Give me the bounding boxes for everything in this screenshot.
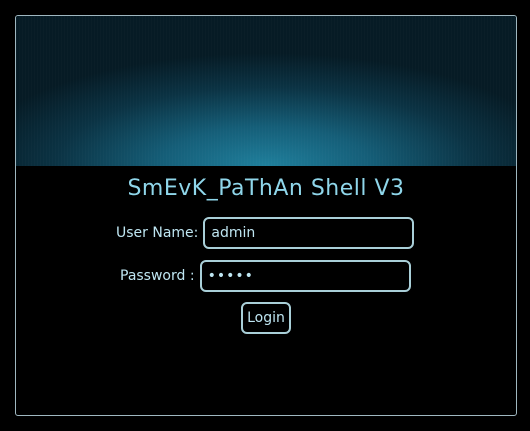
password-row: Password :	[120, 260, 411, 292]
username-label: User Name:	[116, 225, 199, 241]
password-label: Password :	[120, 268, 195, 284]
page-title: SmEvK_PaThAn Shell V3	[127, 176, 405, 201]
username-row: User Name:	[116, 217, 415, 249]
username-input[interactable]	[203, 217, 415, 249]
login-panel: SmEvK_PaThAn Shell V3 User Name: Passwor…	[15, 15, 517, 416]
header-banner	[16, 16, 516, 166]
login-button[interactable]: Login	[241, 302, 291, 334]
password-input[interactable]	[199, 260, 411, 292]
